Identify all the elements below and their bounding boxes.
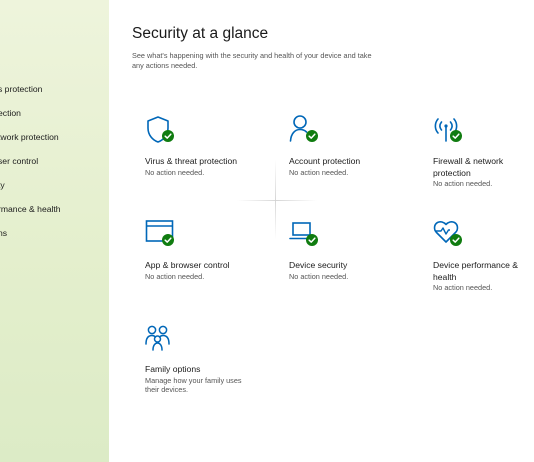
tile-title: App & browser control <box>145 260 230 270</box>
heart-icon <box>433 218 465 250</box>
tile-app-browser-control[interactable]: App & browser control No action needed. <box>145 218 275 281</box>
tile-title: Device performance & health <box>433 260 519 282</box>
page-subtitle: See what's happening with the security a… <box>132 51 372 70</box>
tile-family-options[interactable]: Family options Manage how your family us… <box>145 322 255 395</box>
shield-icon <box>145 114 177 146</box>
sidebar-item-firewall[interactable]: twork protection <box>0 132 59 142</box>
tile-virus-threat-protection[interactable]: Virus & threat protection No action need… <box>145 114 275 177</box>
person-icon <box>289 114 321 146</box>
tile-title: Device security <box>289 260 348 270</box>
tile-status: No action needed. <box>433 283 493 292</box>
tile-status: No action needed. <box>289 167 349 177</box>
check-icon <box>450 130 462 142</box>
page-title: Security at a glance <box>132 25 269 42</box>
sidebar-item-family-options[interactable]: ns <box>0 228 7 238</box>
sidebar-item-app-browser[interactable]: ser control <box>0 156 38 166</box>
laptop-icon <box>289 218 321 250</box>
tile-title: Firewall & network protection <box>433 156 504 178</box>
tile-device-security[interactable]: Device security No action needed. <box>289 218 419 281</box>
sidebar-item-device-security[interactable]: ty <box>0 180 5 190</box>
tile-status: No action needed. <box>145 271 205 281</box>
antenna-icon <box>433 114 465 146</box>
check-icon <box>306 130 318 142</box>
tile-device-performance-health[interactable]: Device performance & health No action ne… <box>433 218 533 293</box>
cursor-crosshair-horizontal <box>237 200 317 201</box>
check-icon <box>306 234 318 246</box>
sidebar-item-device-performance[interactable]: rmance & health <box>0 204 61 214</box>
tile-title: Account protection <box>289 156 361 166</box>
tile-account-protection[interactable]: Account protection No action needed. <box>289 114 419 177</box>
tile-title: Family options <box>145 364 201 374</box>
sidebar-item-virus-threat[interactable]: s protection <box>0 84 42 94</box>
tile-status: No action needed. <box>433 179 493 188</box>
check-icon <box>162 130 174 142</box>
main-content: Security at a glance See what's happenin… <box>109 0 534 462</box>
sidebar-item-account[interactable]: ection <box>0 108 21 118</box>
tile-firewall-network-protection[interactable]: Firewall & network protection No action … <box>433 114 533 189</box>
sidebar: s protection ection twork protection ser… <box>0 0 109 462</box>
check-icon <box>162 234 174 246</box>
check-icon <box>450 234 462 246</box>
tile-status: No action needed. <box>289 271 349 281</box>
tile-status: Manage how your family uses their device… <box>145 375 242 395</box>
family-icon <box>145 322 177 354</box>
tile-status: No action needed. <box>145 167 205 177</box>
browser-window-icon <box>145 218 177 250</box>
tile-title: Virus & threat protection <box>145 156 238 166</box>
